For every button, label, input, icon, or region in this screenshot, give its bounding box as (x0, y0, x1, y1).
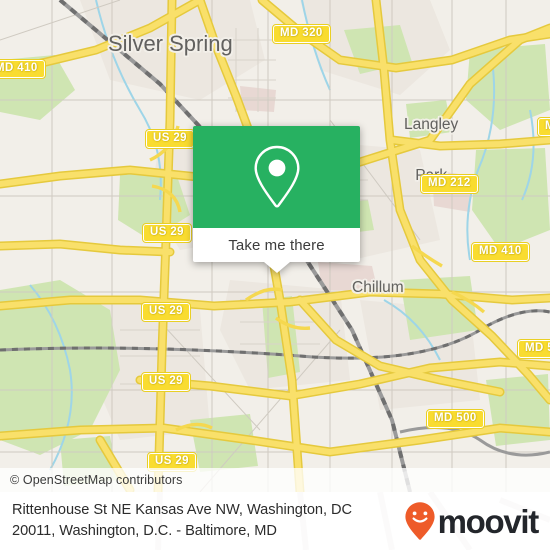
location-address: Rittenhouse St NE Kansas Ave NW, Washing… (0, 500, 392, 542)
highway-shield-md-410-east: MD 410 (471, 242, 530, 262)
moovit-map-page: Silver Spring Langley Park Chillum MD 41… (0, 0, 550, 550)
callout-pin-panel (193, 126, 360, 228)
take-me-there-label: Take me there (228, 236, 325, 254)
address-line-1: Rittenhouse St NE Kansas Ave NW, Washing… (12, 502, 352, 518)
address-line-2: 20011, Washington, D.C. - Baltimore, MD (12, 523, 277, 539)
highway-shield-us-29-1: US 29 (145, 129, 195, 149)
highway-shield-md-edge: MD (537, 117, 550, 137)
map-pin-icon (253, 145, 300, 208)
take-me-there-button[interactable]: Take me there (193, 228, 360, 273)
highway-shield-md-500: MD 500 (426, 409, 485, 429)
highway-shield-us-29-4: US 29 (141, 372, 191, 392)
moovit-brand[interactable]: moovit (404, 501, 540, 541)
highway-shield-md-500-east: MD 500 (517, 339, 550, 359)
highway-shield-md-320: MD 320 (272, 24, 331, 44)
highway-shield-md-410-west: MD 410 (0, 59, 46, 79)
highway-shield-md-212: MD 212 (420, 174, 479, 194)
callout-tail (263, 262, 290, 273)
highway-shield-us-29-2: US 29 (142, 223, 192, 243)
osm-attribution-text[interactable]: © OpenStreetMap contributors (0, 473, 183, 487)
moovit-pin-icon (405, 502, 435, 540)
map-canvas[interactable]: Silver Spring Langley Park Chillum MD 41… (0, 0, 550, 492)
highway-shield-us-29-3: US 29 (141, 302, 191, 322)
location-callout-card[interactable]: Take me there (193, 126, 360, 273)
footer-bar: Rittenhouse St NE Kansas Ave NW, Washing… (0, 492, 550, 550)
osm-attribution-bar: © OpenStreetMap contributors (0, 468, 550, 492)
moovit-wordmark: moovit (437, 502, 540, 540)
